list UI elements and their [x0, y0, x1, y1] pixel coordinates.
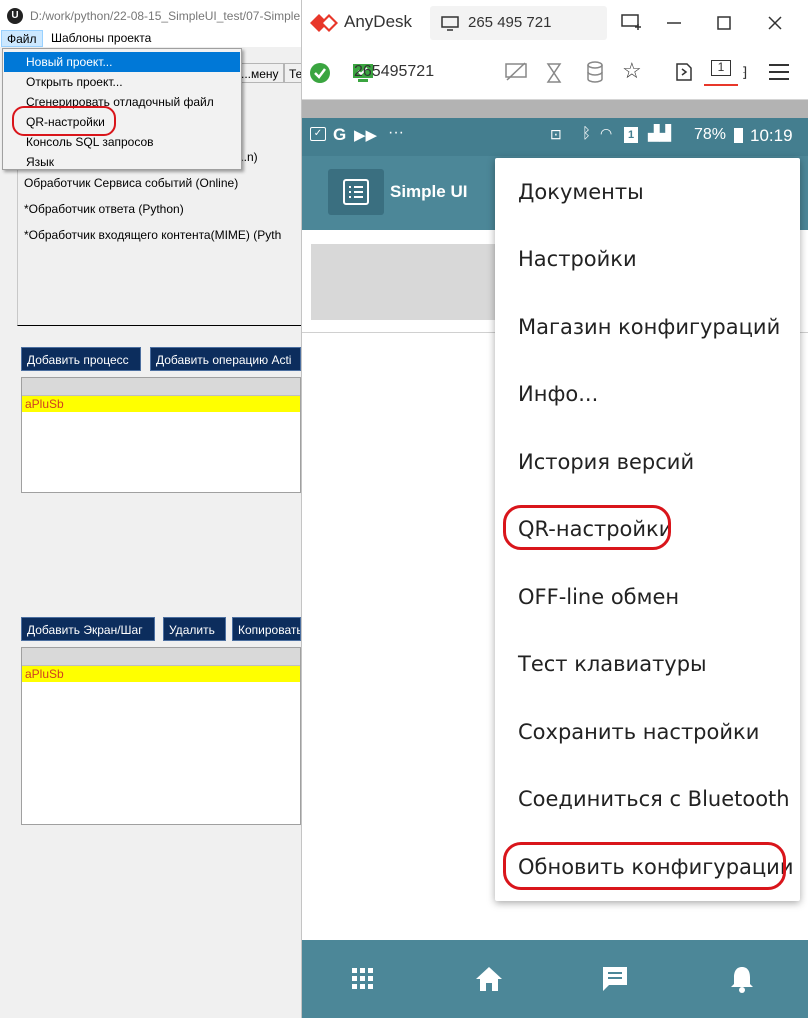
list-item[interactable]: aPluSb [22, 666, 300, 682]
cast-icon: ⊡ [550, 126, 562, 142]
check-box-icon: ✓ [310, 127, 326, 141]
menu-item-bluetooth-connect[interactable]: Соединиться с Bluetooth [518, 787, 790, 811]
window-title-bar: U D:/work/python/22-08-15_SimpleUI_test/… [0, 0, 301, 32]
monitor-icon [441, 16, 459, 31]
menu-item-version-history[interactable]: История версий [518, 450, 694, 474]
home-icon[interactable] [474, 964, 504, 994]
clock: 10:19 [750, 126, 793, 145]
menu-item-label: Открыть проект... [26, 75, 123, 89]
menu-item-offline-exchange[interactable]: OFF-line обмен [518, 585, 679, 609]
apps-grid-icon[interactable] [348, 964, 378, 994]
menu-item-info[interactable]: Инфо... [518, 382, 598, 406]
bell-icon[interactable] [727, 964, 757, 994]
window-title: D:/work/python/22-08-15_SimpleUI_test/07… [30, 9, 301, 23]
process-list: aPluSb [21, 377, 301, 493]
tab-te[interactable]: Те [284, 63, 301, 83]
documents-list-icon[interactable] [328, 169, 384, 215]
sim-icon: 1 [624, 127, 638, 143]
menu-item-settings[interactable]: Настройки [518, 247, 637, 271]
minimize-icon[interactable] [666, 15, 682, 31]
content-placeholder [311, 244, 501, 320]
android-status-bar: ✓ G ▶▶ ··· ⊡ ᛒ ◠ 1 ▟▟ 78% 10:19 [302, 118, 808, 156]
remote-address-id[interactable]: 265495721 [354, 63, 434, 81]
menu-item-save-settings[interactable]: Сохранить настройки [518, 720, 759, 744]
close-icon[interactable] [767, 15, 783, 31]
anydesk-window: AnyDesk 265 495 721 265495721 ☆ 1 ⁆ ✓ G … [301, 0, 808, 1018]
remote-phone-screen: ✓ G ▶▶ ··· ⊡ ᛒ ◠ 1 ▟▟ 78% 10:19 Simple U… [302, 118, 808, 1018]
panel-line-event-service[interactable]: Обработчик Сервиса событий (Online) [24, 176, 238, 190]
battery-percent: 78% [694, 126, 727, 143]
menu-item-config-store[interactable]: Магазин конфигураций [518, 315, 780, 339]
database-icon[interactable] [586, 61, 604, 83]
add-operation-button[interactable]: Добавить операцию Acti [150, 347, 301, 371]
highlight-ring-qr-right [503, 505, 671, 550]
chat-icon[interactable] [600, 964, 630, 994]
wifi-icon: ◠ [600, 125, 613, 141]
bookmark-star-icon[interactable]: ☆ [622, 58, 642, 84]
menu-item-label: Консоль SQL запросов [26, 135, 154, 149]
new-session-icon[interactable] [621, 14, 643, 32]
highlight-ring-qr-left [12, 106, 116, 136]
list-header [22, 648, 300, 666]
display-switch-icon[interactable]: ⁆ [742, 64, 747, 81]
menu-item-new-project[interactable]: Новый проект... [4, 52, 240, 72]
desktop-app-window: U D:/work/python/22-08-15_SimpleUI_test/… [0, 0, 301, 1018]
panel-line-response-handler[interactable]: *Обработчик ответа (Python) [24, 202, 184, 216]
menu-item-open-project[interactable]: Открыть проект... [4, 72, 240, 92]
menu-item-label: Язык [26, 155, 55, 169]
bottom-navigation [302, 940, 808, 1018]
display-one-icon: 1 [711, 60, 731, 76]
anydesk-title-bar: AnyDesk 265 495 721 [302, 0, 808, 46]
maximize-icon[interactable] [716, 15, 732, 31]
list-item[interactable]: aPluSb [22, 396, 300, 412]
file-transfer-icon[interactable] [674, 62, 694, 82]
menu-item-label: Новый проект... [26, 55, 113, 69]
more-notifications-icon: ··· [388, 124, 404, 141]
menu-item-language[interactable]: Язык [4, 152, 240, 170]
add-process-button[interactable]: Добавить процесс [21, 347, 141, 371]
anydesk-logo-icon [310, 14, 338, 32]
anydesk-app-name: AnyDesk [344, 12, 413, 31]
add-screen-step-button[interactable]: Добавить Экран/Шаг [21, 617, 155, 641]
signal-icon: ▟▟ [648, 125, 672, 142]
display-select-button[interactable]: 1 [704, 56, 738, 86]
hamburger-menu-icon[interactable] [768, 62, 790, 82]
anydesk-toolbar: 265495721 ☆ 1 ⁆ [302, 46, 808, 100]
app-logo-icon: U [7, 8, 23, 24]
highlight-ring-update-configs [503, 842, 786, 890]
session-tab-id: 265 495 721 [468, 14, 552, 31]
menu-file[interactable]: Файл [1, 30, 43, 47]
list-header [22, 378, 300, 396]
bluetooth-icon: ᛒ [582, 125, 592, 142]
screen-list: aPluSb [21, 647, 301, 825]
menu-item-keyboard-test[interactable]: Тест клавиатуры [518, 652, 707, 676]
delete-button[interactable]: Удалить [163, 617, 226, 641]
screen-off-icon[interactable] [505, 62, 527, 82]
menu-project-templates[interactable]: Шаблоны проекта [46, 30, 156, 47]
menu-bar: Файл Шаблоны проекта [0, 30, 301, 47]
app-title: Simple UI [390, 182, 468, 201]
copy-button[interactable]: Копировать [232, 617, 301, 641]
google-icon: G [333, 125, 347, 144]
remote-screen-border [302, 100, 808, 118]
connection-ok-icon [310, 63, 330, 83]
session-tab[interactable]: 265 495 721 [430, 6, 607, 40]
tab-menu[interactable]: ...мену [236, 63, 284, 83]
hourglass-icon[interactable] [546, 62, 562, 84]
list-icon [343, 179, 369, 205]
overflow-menu: Документы Настройки Магазин конфигураций… [495, 158, 800, 901]
play-icon: ▶▶ [354, 127, 378, 144]
menu-item-documents[interactable]: Документы [518, 180, 644, 204]
battery-icon [734, 128, 743, 143]
panel-line-mime-handler[interactable]: *Обработчик входящего контента(MIME) (Py… [24, 228, 281, 242]
